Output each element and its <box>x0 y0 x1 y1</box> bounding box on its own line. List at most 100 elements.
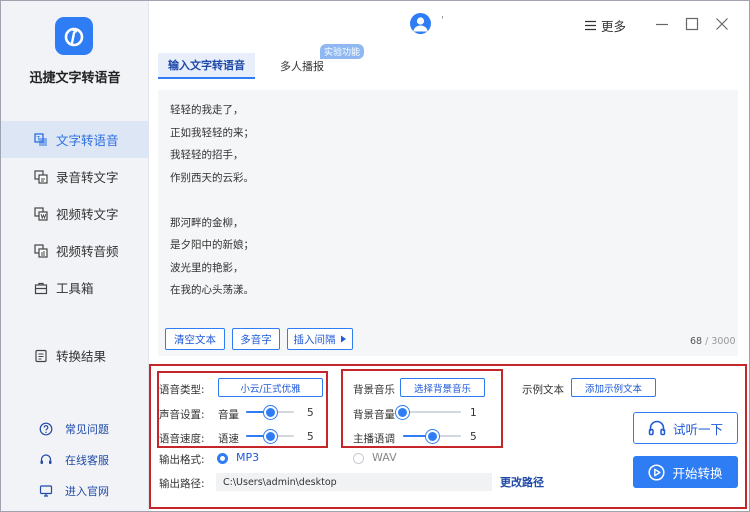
bg-volume-slider[interactable] <box>396 406 461 419</box>
support-label: 常见问题 <box>65 422 109 436</box>
start-conversion-button[interactable]: 开始转换 <box>633 456 738 488</box>
clear-text-button[interactable]: 清空文本 <box>165 328 225 350</box>
insert-pause-button[interactable]: 插入间隔 <box>287 328 353 350</box>
bg-volume-value: 1 <box>470 407 477 419</box>
volume-label: 音量 <box>218 409 239 421</box>
editor-text: 轻轻的我走了， 正如我轻轻的来； 我轻轻的招手， 作别西天的云彩。 那河畔的金柳… <box>170 99 254 302</box>
experimental-badge: 实验功能 <box>320 44 365 59</box>
minimize-button[interactable] <box>653 15 671 33</box>
support-website[interactable]: 进入官网 <box>1 475 149 506</box>
text-line <box>170 189 254 212</box>
sidebar-item-label: 文字转语音 <box>56 133 119 148</box>
app-name: 迅捷文字转语音 <box>29 71 121 86</box>
change-path-link[interactable]: 更改路径 <box>500 474 544 490</box>
svg-text:T: T <box>36 135 41 142</box>
char-count: 68 <box>690 336 703 347</box>
char-counter: 68 / 3000 <box>690 336 736 347</box>
support-online-service[interactable]: 在线客服 <box>1 444 149 475</box>
anchor-tone-label: 主播语调 <box>353 433 395 445</box>
app-logo <box>55 17 93 55</box>
app-window: 迅捷文字转语音 T 文字转语音 录音转文字 视频转文字 视频转音频 工具箱 转换… <box>0 0 750 512</box>
bg-volume-label: 背景音量 <box>353 409 395 421</box>
maximize-button[interactable] <box>683 15 701 33</box>
close-button[interactable] <box>713 15 731 33</box>
minimize-icon <box>656 23 668 26</box>
volume-value: 5 <box>307 407 314 419</box>
sidebar-item-video-to-audio[interactable]: 视频转音频 <box>1 232 149 269</box>
headset-icon <box>39 453 53 467</box>
support-label: 在线客服 <box>65 453 109 467</box>
text-line: 作别西天的云彩。 <box>170 171 254 184</box>
more-label: 更多 <box>601 19 627 34</box>
output-path-label: 输出路径: <box>159 478 205 490</box>
start-label: 开始转换 <box>672 465 723 481</box>
text-line: 我轻轻的招手， <box>170 149 244 161</box>
close-icon <box>716 18 728 30</box>
sidebar-item-label: 工具箱 <box>56 281 94 296</box>
username: ' <box>441 15 444 26</box>
tab-text-to-speech[interactable]: 输入文字转语音 <box>158 53 255 79</box>
support-links: 常见问题 在线客服 进入官网 <box>1 413 149 506</box>
more-menu-button[interactable]: 更多 <box>584 16 626 35</box>
slider-knob[interactable] <box>425 430 439 443</box>
sidebar-item-video-to-text[interactable]: 视频转文字 <box>1 195 149 232</box>
insert-pause-label: 插入间隔 <box>293 333 336 346</box>
wav-radio[interactable] <box>353 453 364 464</box>
slider-knob[interactable] <box>396 406 409 419</box>
text-line: 轻轻的我走了， <box>170 104 244 116</box>
volume-slider[interactable] <box>246 406 294 419</box>
headphones-icon <box>648 420 666 436</box>
wav-label: WAV <box>372 451 397 464</box>
mp3-radio[interactable] <box>217 453 228 464</box>
toolbox-icon <box>34 281 48 295</box>
bgm-label: 背景音乐 <box>353 384 395 396</box>
sidebar-nav: T 文字转语音 录音转文字 视频转文字 视频转音频 工具箱 <box>1 121 149 306</box>
speed-value: 5 <box>307 431 314 443</box>
slider-knob[interactable] <box>263 430 277 443</box>
tab-bar: 输入文字转语音 多人播报 实验功能 <box>158 44 738 79</box>
speech-speed-label: 语音速度: <box>159 433 205 445</box>
logo-icon <box>64 27 84 47</box>
video-to-audio-icon <box>34 243 48 258</box>
mp3-label: MP3 <box>236 451 260 464</box>
caret-right-icon <box>340 335 346 343</box>
text-to-speech-icon: T <box>34 132 48 147</box>
output-path-input[interactable] <box>216 473 492 491</box>
sample-text-label: 示例文本 <box>522 384 564 396</box>
sidebar-item-label: 转换结果 <box>56 349 107 364</box>
polyphone-button[interactable]: 多音字 <box>232 328 280 350</box>
menu-icon <box>585 20 596 31</box>
play-circle-icon <box>648 463 666 481</box>
recording-to-text-icon <box>34 169 48 184</box>
text-line: 在我的心头荡漾。 <box>170 284 254 296</box>
support-faq[interactable]: 常见问题 <box>1 413 149 444</box>
sidebar-item-text-to-speech[interactable]: T 文字转语音 <box>1 121 149 158</box>
sidebar-item-recording-to-text[interactable]: 录音转文字 <box>1 158 149 195</box>
text-editor[interactable]: 轻轻的我走了， 正如我轻轻的来； 我轻轻的招手， 作别西天的云彩。 那河畔的金柳… <box>158 90 738 356</box>
add-sample-text-button[interactable]: 添加示例文本 <box>571 378 656 397</box>
maximize-icon <box>685 17 699 31</box>
voice-type-label: 语音类型: <box>159 384 205 396</box>
sidebar-item-conversion-result[interactable]: 转换结果 <box>1 337 149 374</box>
support-label: 进入官网 <box>65 484 109 498</box>
avatar[interactable] <box>410 13 431 34</box>
sidebar-result: 转换结果 <box>1 337 149 374</box>
sidebar-item-label: 视频转音频 <box>56 244 119 259</box>
anchor-tone-value: 5 <box>470 431 477 443</box>
char-max: / 3000 <box>705 336 736 347</box>
text-line: 是夕阳中的新娘； <box>170 239 254 251</box>
speed-label: 语速 <box>218 433 239 445</box>
text-line: 那河畔的金柳， <box>170 216 244 229</box>
voice-type-button[interactable]: 小云/正式优雅 <box>218 378 323 397</box>
slider-knob[interactable] <box>263 406 277 419</box>
text-line: 正如我轻轻的来； <box>170 126 254 139</box>
speed-slider[interactable] <box>246 430 294 443</box>
question-icon <box>39 422 53 436</box>
sidebar-item-toolbox[interactable]: 工具箱 <box>1 269 149 306</box>
listen-button[interactable]: 试听一下 <box>633 412 738 444</box>
select-bgm-button[interactable]: 选择背景音乐 <box>400 378 485 397</box>
anchor-tone-slider[interactable] <box>403 430 461 443</box>
result-icon <box>34 349 48 363</box>
monitor-icon <box>39 484 53 498</box>
video-to-text-icon <box>34 206 48 221</box>
